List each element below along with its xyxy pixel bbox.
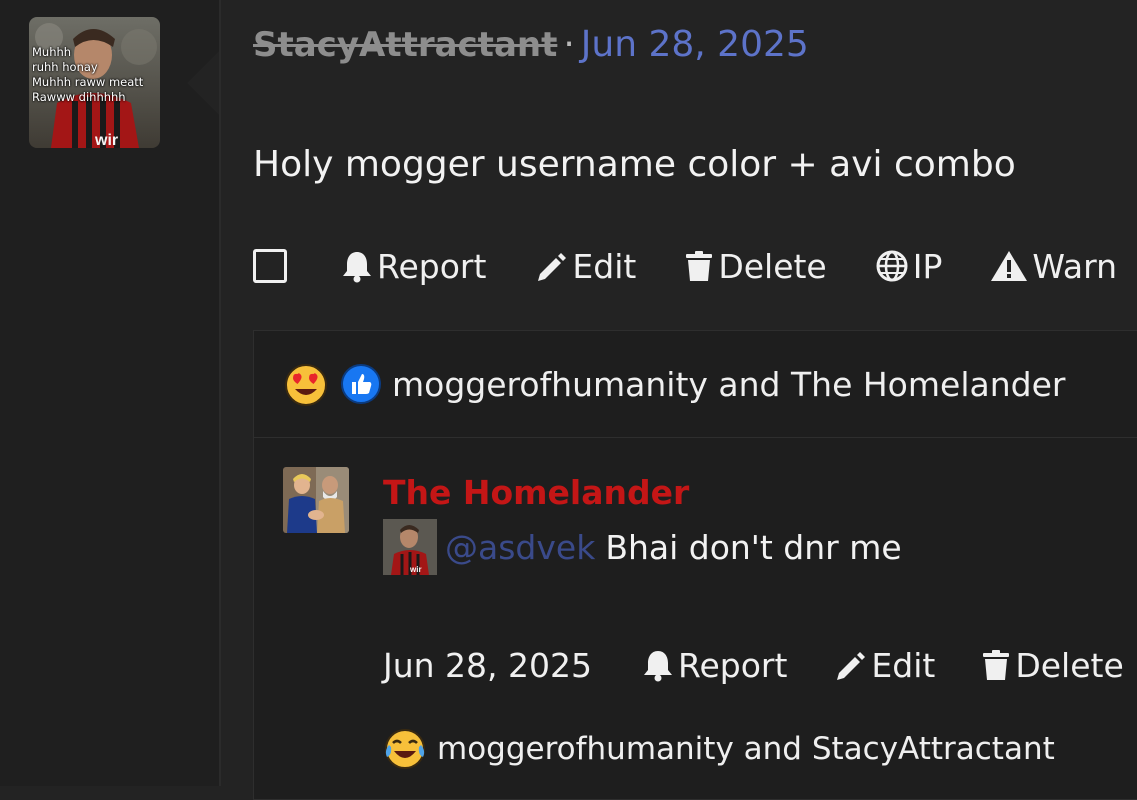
mention-link[interactable]: @asdvek [445,528,595,567]
post-pointer [187,51,219,115]
pencil-icon [538,253,567,281]
comment-body: wir @asdvek Bhai don't dnr me [383,519,902,575]
comment-delete-label: Delete [1015,645,1124,685]
delete-button[interactable]: Delete [684,246,827,286]
comment-edit-label: Edit [871,645,936,685]
reactions-bar[interactable]: moggerofhumanity and The Homelander [254,331,1137,438]
trash-icon [983,650,1010,680]
commenter-avatar-image [283,467,349,533]
globe-icon [876,250,908,282]
mention-avatar-image: wir [383,519,437,575]
svg-text:wir: wir [94,132,118,148]
ip-label: IP [912,246,943,286]
warn-label: Warn [1032,246,1118,286]
reactions-and-comments: moggerofhumanity and The Homelander The … [253,330,1137,800]
crying-laughing-emoji-icon [385,729,425,769]
edit-button[interactable]: Edit [534,247,636,286]
svg-text:wir: wir [409,565,422,574]
pencil-icon [837,652,866,680]
comment-reactions[interactable]: moggerofhumanity and StacyAttractant [383,727,1055,771]
edit-label: Edit [572,246,637,286]
poster-avatar[interactable]: wir Muhhh ruhh honay Muhhh raww meatt Ra… [29,17,160,148]
comment-author[interactable]: The Homelander [383,473,689,512]
ip-button[interactable]: IP [875,246,943,286]
post-date-link[interactable]: Jun 28, 2025 [581,24,809,65]
bell-icon [644,651,673,682]
author-sidebar: wir Muhhh ruhh honay Muhhh raww meatt Ra… [0,0,221,786]
poster-username[interactable]: StacyAttractant [253,25,557,65]
report-label: Report [377,246,487,286]
heart-eyes-emoji-icon [285,364,327,406]
report-button[interactable]: Report [341,247,486,286]
select-post-checkbox[interactable] [253,249,287,283]
trash-icon [686,251,713,281]
post-actions: Report Edit Delete IP Warn [253,244,1117,288]
comment-report-label: Report [678,645,788,685]
commenter-avatar[interactable] [283,467,349,533]
comment-date[interactable]: Jun 28, 2025 [383,646,592,685]
avatar-caption: Muhhh ruhh honay Muhhh raww meatt Rawww … [32,45,144,104]
reaction-users[interactable]: moggerofhumanity and The Homelander [392,365,1065,404]
post-header: StacyAttractant · Jun 28, 2025 [253,24,809,65]
comment-reaction-users: moggerofhumanity and StacyAttractant [437,731,1055,767]
header-separator: · [563,24,575,65]
thumbs-up-icon [341,364,381,404]
warning-icon [991,251,1028,281]
delete-label: Delete [718,246,827,286]
warn-button[interactable]: Warn [990,247,1117,286]
comment-edit-button[interactable]: Edit [833,646,935,685]
post-body: Holy mogger username color + avi combo [253,144,1016,185]
comment-actions: Jun 28, 2025 Report Edit Delete [383,643,1137,687]
comment-delete-button[interactable]: Delete [981,645,1124,685]
comment-report-button[interactable]: Report [642,646,787,685]
mention-avatar: wir [383,519,437,575]
bell-icon [343,252,371,283]
comment-text: Bhai don't dnr me [605,527,902,567]
